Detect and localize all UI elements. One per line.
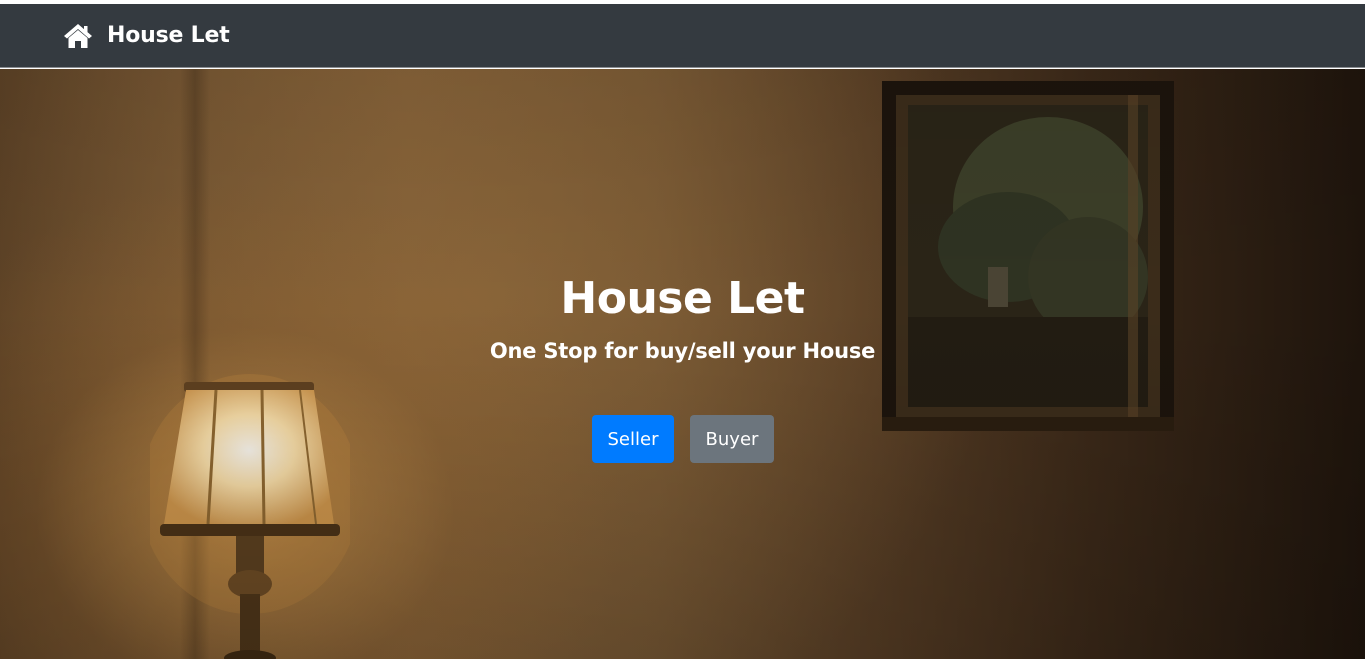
buyer-button[interactable]: Buyer [690, 415, 774, 463]
seller-button[interactable]: Seller [592, 415, 674, 463]
brand-label: House Let [107, 23, 230, 48]
navbar-brand[interactable]: House Let [63, 23, 230, 49]
hero-subtitle: One Stop for buy/sell your House [489, 339, 876, 363]
navbar: House Let [0, 4, 1365, 68]
hero-title: House Let [560, 273, 805, 324]
home-icon [63, 23, 93, 49]
hero-content: House Let One Stop for buy/sell your Hou… [0, 69, 1365, 659]
hero-section: House Let One Stop for buy/sell your Hou… [0, 69, 1365, 659]
